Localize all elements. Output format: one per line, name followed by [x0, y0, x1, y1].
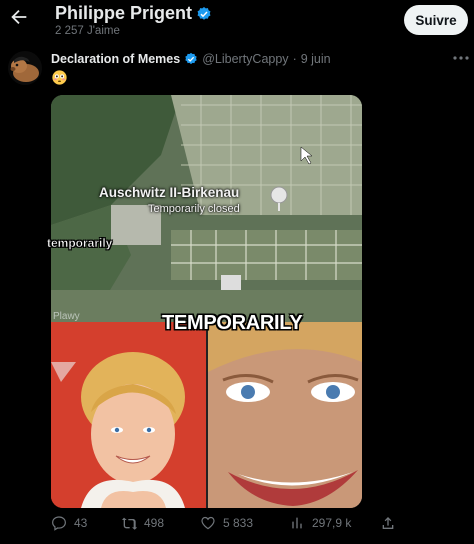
follow-button[interactable]: Suivre [404, 5, 468, 35]
reply-icon [52, 516, 66, 531]
tweet-media[interactable]: Auschwitz II-Birkenau Temporarily closed… [51, 95, 362, 508]
capybara-avatar-icon [8, 51, 42, 85]
share-action[interactable] [380, 515, 396, 531]
repost-icon [122, 517, 137, 530]
author-name[interactable]: Declaration of Memes [51, 52, 180, 66]
meme-panel-right [208, 322, 362, 508]
more-options-icon[interactable] [452, 52, 470, 64]
views-count: 297,9 k [312, 516, 352, 530]
smiling-woman-image [51, 322, 206, 508]
profile-name-row: Philippe Prigent [55, 3, 212, 24]
reply-action[interactable]: 43 [51, 515, 87, 531]
flushed-face-icon [52, 70, 67, 85]
closeup-face-image [208, 322, 362, 508]
tweet-actions-bar: 43 498 5 833 297,9 k [0, 515, 474, 537]
like-action[interactable]: 5 833 [200, 515, 253, 531]
like-count: 5 833 [223, 516, 254, 530]
map-watermark: Plawy [53, 311, 80, 322]
meme-panel-left [51, 322, 206, 508]
meme-caption-small: temporarily [47, 236, 113, 250]
profile-header: Philippe Prigent 2 257 J'aime Suivre [0, 0, 474, 40]
views-action[interactable]: 297,9 k [289, 515, 351, 531]
reply-count: 43 [74, 516, 88, 530]
back-arrow-icon[interactable] [8, 6, 30, 28]
repost-count: 498 [144, 516, 165, 530]
repost-action[interactable]: 498 [121, 515, 164, 531]
share-icon [382, 517, 394, 529]
likes-count: 2 257 J'aime [55, 25, 120, 37]
verified-badge-icon [197, 6, 211, 20]
tweet-author-row: Declaration of Memes @LibertyCappy · 9 j… [51, 52, 331, 66]
author-handle[interactable]: @LibertyCappy [202, 52, 288, 66]
verified-badge-icon [185, 52, 197, 65]
tweet-date[interactable]: 9 juin [301, 52, 331, 66]
map-place-name: Auschwitz II-Birkenau [99, 185, 240, 200]
views-chart-icon [292, 517, 302, 529]
profile-name: Philippe Prigent [55, 3, 193, 23]
heart-icon [201, 516, 215, 530]
meme-caption-big: TEMPORARILY [162, 312, 303, 334]
map-place-status: Temporarily closed [148, 203, 240, 215]
separator-dot: · [292, 52, 297, 66]
avatar[interactable] [8, 51, 42, 85]
